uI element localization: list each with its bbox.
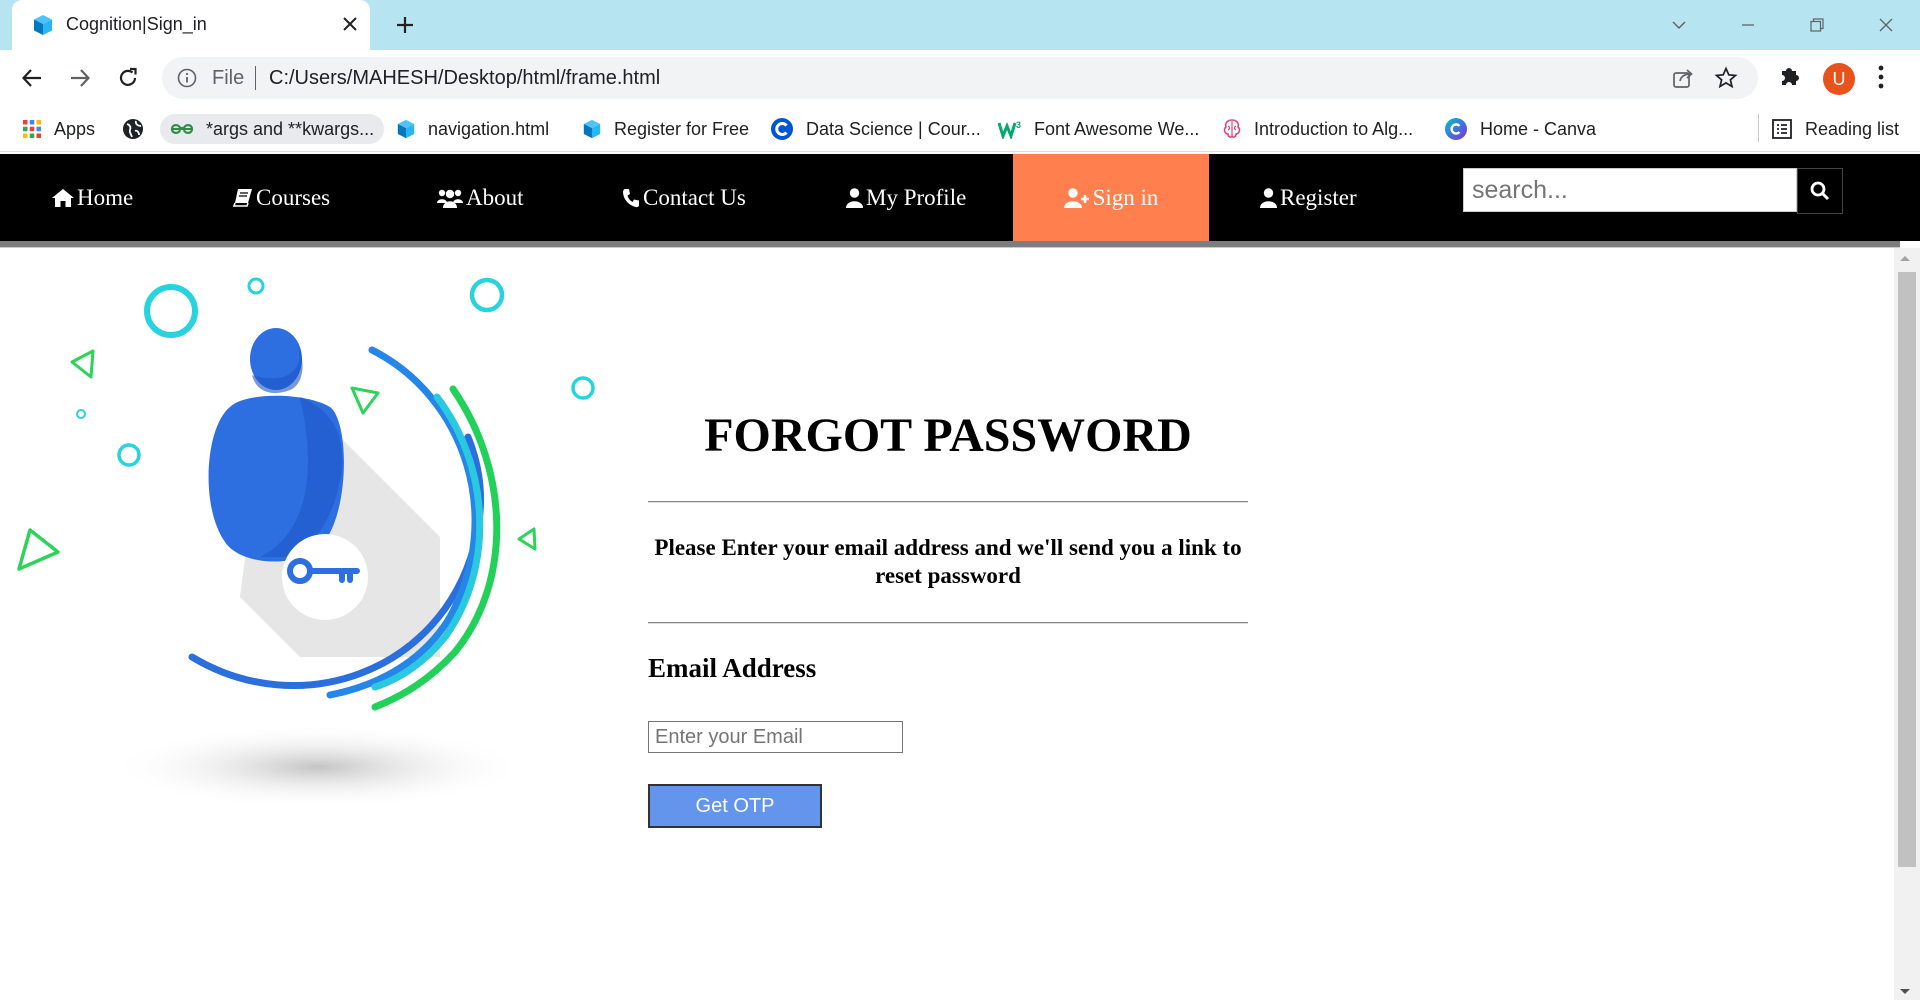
tab-close-button[interactable] xyxy=(337,11,363,37)
cube-icon xyxy=(32,14,54,36)
nav-my-profile[interactable]: My Profile xyxy=(846,154,966,241)
close-icon xyxy=(1879,18,1893,32)
site-search-input[interactable] xyxy=(1463,168,1797,212)
w3schools-icon: 3 xyxy=(998,119,1022,139)
reload-button[interactable] xyxy=(109,59,147,97)
chevron-down-icon xyxy=(1672,21,1686,30)
restore-button[interactable] xyxy=(1802,10,1832,40)
bookmark-canva[interactable]: Home - Canva xyxy=(1444,114,1596,144)
bookmark-label: Font Awesome We... xyxy=(1034,118,1200,139)
bookmark-label: *args and **kwargs... xyxy=(206,118,375,139)
user-plus-icon xyxy=(1063,187,1090,208)
bookmark-label: Introduction to Alg... xyxy=(1254,118,1414,139)
tab-search-button[interactable] xyxy=(1664,10,1694,40)
globe-icon xyxy=(122,118,144,140)
info-icon[interactable] xyxy=(177,68,197,88)
reading-list-label: Reading list xyxy=(1805,118,1900,139)
bookmark-intro-algorithms[interactable]: Introduction to Alg... xyxy=(1222,114,1413,144)
nav-about-label: About xyxy=(466,184,524,210)
scrollbar-thumb[interactable] xyxy=(1898,272,1916,867)
tab-strip: Cognition|Sign_in xyxy=(0,0,1920,51)
bookmark-label: Apps xyxy=(54,118,96,139)
scroll-down-arrow-icon[interactable] xyxy=(1899,988,1911,996)
nav-home-label: Home xyxy=(77,184,134,210)
reload-icon xyxy=(119,67,137,86)
nav-register-label: Register xyxy=(1280,184,1357,210)
more-vert-icon[interactable] xyxy=(1876,64,1886,90)
reset-instructions: Please Enter your email address and we'l… xyxy=(654,535,1242,588)
cube-icon xyxy=(582,119,602,139)
divider-top xyxy=(648,501,1248,503)
nav-contact-label: Contact Us xyxy=(643,184,746,210)
divider-bottom xyxy=(648,622,1248,624)
arrow-left-icon xyxy=(21,69,41,87)
nav-sign-in[interactable]: Sign in xyxy=(1013,154,1209,241)
forgot-password-illustration xyxy=(0,247,640,827)
share-icon[interactable] xyxy=(1672,67,1694,89)
back-button[interactable] xyxy=(13,59,51,97)
profile-avatar[interactable]: U xyxy=(1823,63,1855,95)
nav-courses-label: Courses xyxy=(256,184,331,210)
canva-icon xyxy=(1444,117,1468,141)
tab-title: Cognition|Sign_in xyxy=(66,14,207,34)
brain-icon xyxy=(1222,118,1242,140)
bookmark-label: Register for Free xyxy=(614,118,750,139)
forgot-password-heading: FORGOT PASSWORD xyxy=(704,409,1192,462)
bookmark-data-science[interactable]: Data Science | Cour... xyxy=(770,114,981,144)
apps-grid-icon xyxy=(22,119,42,139)
address-separator xyxy=(255,66,256,90)
bookmark-apps[interactable]: Apps xyxy=(22,114,95,144)
cube-icon xyxy=(396,119,416,139)
site-search-button[interactable] xyxy=(1797,168,1843,214)
svg-text:3: 3 xyxy=(1016,120,1021,130)
bookmark-globe[interactable] xyxy=(122,114,156,144)
url-text[interactable]: C:/Users/MAHESH/Desktop/html/frame.html xyxy=(269,67,660,90)
search-icon xyxy=(1810,181,1830,201)
bookmark-label: Data Science | Cour... xyxy=(806,118,981,139)
reading-list-icon xyxy=(1771,118,1793,140)
user-icon xyxy=(846,187,863,208)
bookmark-args-kwargs[interactable]: *args and **kwargs... xyxy=(160,114,385,144)
geeksforgeeks-icon xyxy=(170,121,194,137)
user-icon xyxy=(1260,187,1277,208)
close-icon xyxy=(343,17,357,31)
restore-icon xyxy=(1810,18,1824,32)
email-field[interactable] xyxy=(648,721,903,753)
bookmark-label: navigation.html xyxy=(428,118,550,139)
plus-icon xyxy=(397,17,413,33)
get-otp-button[interactable]: Get OTP xyxy=(648,784,822,828)
bookmark-register-free[interactable]: Register for Free xyxy=(582,114,749,144)
arrow-right-icon xyxy=(71,69,91,87)
nav-register[interactable]: Register xyxy=(1260,154,1357,241)
bookmark-font-awesome[interactable]: 3 Font Awesome We... xyxy=(998,114,1199,144)
bookmark-star-icon[interactable] xyxy=(1714,66,1738,90)
nav-home[interactable]: Home xyxy=(52,154,133,241)
scheme-label: File xyxy=(212,67,245,89)
email-address-label: Email Address xyxy=(648,653,817,683)
nav-about[interactable]: About xyxy=(437,154,524,241)
c-logo-icon xyxy=(770,117,794,141)
new-tab-button[interactable] xyxy=(390,10,420,40)
minimize-icon xyxy=(1742,24,1754,26)
bookmarks-separator xyxy=(1758,114,1759,142)
phone-icon xyxy=(622,188,640,208)
nav-my-profile-label: My Profile xyxy=(866,184,967,210)
extensions-puzzle-icon[interactable] xyxy=(1776,61,1806,91)
close-window-button[interactable] xyxy=(1871,10,1901,40)
bookmark-label: Home - Canva xyxy=(1480,118,1597,139)
reading-list-button[interactable]: Reading list xyxy=(1771,114,1899,144)
book-icon xyxy=(233,188,253,208)
bookmarks-bar: Apps *args and **kwargs... navigation.ht… xyxy=(0,106,1920,152)
nav-contact[interactable]: Contact Us xyxy=(622,154,746,241)
home-icon xyxy=(52,188,74,207)
nav-sign-in-label: Sign in xyxy=(1092,184,1159,210)
users-icon xyxy=(437,188,463,208)
scroll-up-arrow-icon[interactable] xyxy=(1899,254,1911,262)
minimize-button[interactable] xyxy=(1733,10,1763,40)
forward-button[interactable] xyxy=(61,59,99,97)
address-bar[interactable]: File C:/Users/MAHESH/Desktop/html/frame.… xyxy=(162,57,1758,99)
bookmark-navigation[interactable]: navigation.html xyxy=(396,114,549,144)
browser-tab[interactable]: Cognition|Sign_in xyxy=(12,0,370,51)
nav-courses[interactable]: Courses xyxy=(233,154,330,241)
